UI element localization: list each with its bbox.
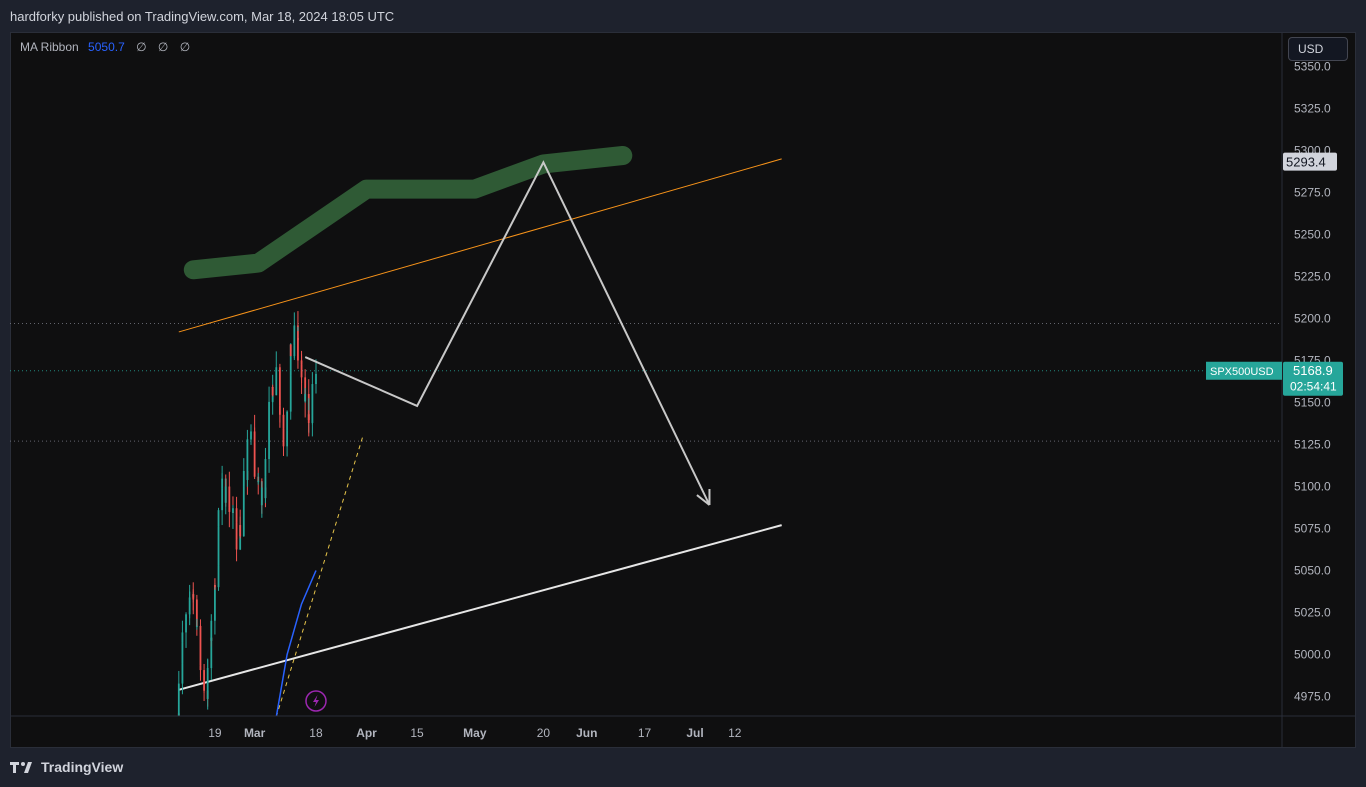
- projection-path: [304, 160, 711, 506]
- y-tick-label: 5075.0: [1294, 522, 1331, 536]
- last-price-value: 5168.9: [1293, 363, 1333, 378]
- footer-bar: [0, 752, 1366, 787]
- candle-body: [268, 401, 270, 445]
- x-tick-label: Mar: [244, 726, 266, 740]
- candle-body: [181, 632, 184, 643]
- candle-body: [199, 630, 202, 666]
- candle-body: [185, 614, 187, 623]
- publish-info: hardforky published on TradingView.com, …: [10, 9, 395, 24]
- ma-ribbon-line: [275, 570, 317, 716]
- indicator-na-3: ∅: [179, 40, 191, 54]
- y-tick-label: 5100.0: [1294, 480, 1331, 494]
- price-chart[interactable]: 4975.0 5000.0 5025.0 5050.0 5075.0 5100.0 5125…: [10, 32, 1356, 748]
- indicator-na-1: ∅: [136, 40, 147, 54]
- x-tick-label: Apr: [356, 726, 377, 740]
- y-tick-label: 5025.0: [1294, 606, 1331, 620]
- plot-area: [10, 146, 1282, 716]
- candle-body: [275, 367, 278, 387]
- lightning-icon: [312, 695, 319, 707]
- x-tick-label: 15: [410, 726, 424, 740]
- candle-body: [177, 683, 180, 705]
- candle-body: [181, 642, 184, 664]
- candle-body: [293, 325, 296, 346]
- candle-body: [228, 509, 231, 512]
- y-tick-label: 5000.0: [1294, 648, 1331, 662]
- candle-body: [214, 585, 216, 588]
- bar-countdown: 02:54:41: [1290, 380, 1337, 394]
- x-tick-label: 20: [537, 726, 551, 740]
- y-tick-label: 5050.0: [1294, 564, 1331, 578]
- x-tick-label: 19: [208, 726, 222, 740]
- y-tick-label: 5325.0: [1294, 102, 1331, 116]
- tradingview-logo[interactable]: TradingView: [10, 759, 123, 775]
- candle-body: [228, 507, 231, 510]
- marked-level-value: 5293.4: [1286, 155, 1326, 170]
- candle-body: [217, 510, 220, 527]
- candle-body: [297, 337, 299, 361]
- candle-body: [282, 439, 285, 447]
- y-tick-label: 5125.0: [1294, 438, 1331, 452]
- candle-body: [246, 439, 249, 464]
- candle-body: [300, 370, 303, 378]
- support-trendline: [178, 524, 782, 691]
- x-tick-label: 12: [728, 726, 742, 740]
- symbol-name: SPX500USD: [1210, 366, 1274, 378]
- candle-body: [260, 487, 263, 506]
- candle-body: [264, 459, 267, 477]
- candle-body: [257, 481, 260, 483]
- indicator-legend[interactable]: MA Ribbon 5050.7 ∅ ∅ ∅: [20, 40, 190, 54]
- candle-body: [203, 685, 205, 691]
- candle-body: [239, 525, 242, 537]
- candle-body: [199, 665, 202, 671]
- indicator-name: MA Ribbon: [20, 40, 79, 54]
- candle-body: [195, 625, 198, 627]
- y-tick-label: 5200.0: [1294, 312, 1331, 326]
- indicator-value: 5050.7: [88, 40, 125, 54]
- x-tick-label: Jul: [686, 726, 703, 740]
- footer-brand: TradingView: [41, 759, 124, 775]
- indicator-na-2: ∅: [157, 40, 169, 54]
- candle-body: [278, 405, 281, 415]
- dashed-trendline: [275, 435, 364, 716]
- candle-body: [210, 620, 213, 641]
- y-tick-label: 5350.0: [1294, 60, 1331, 74]
- candle-body: [307, 414, 310, 423]
- tradingview-logo-icon: [10, 762, 32, 773]
- x-tick-label: 17: [638, 726, 652, 740]
- candle-body: [286, 411, 289, 431]
- candle-body: [242, 470, 245, 487]
- x-tick-label: 18: [309, 726, 323, 740]
- x-tick-label: May: [463, 726, 487, 740]
- y-tick-label: 5225.0: [1294, 270, 1331, 284]
- y-tick-label: 5150.0: [1294, 396, 1331, 410]
- highlight-brush-stroke: [183, 146, 633, 280]
- candle-body: [253, 446, 256, 477]
- candle-body: [192, 594, 195, 600]
- candle-body: [214, 585, 216, 621]
- y-tick-label: 4975.0: [1294, 690, 1331, 704]
- candle-body: [235, 539, 238, 550]
- candle-body: [250, 431, 252, 439]
- y-tick-label: 5250.0: [1294, 228, 1331, 242]
- x-tick-label: Jun: [576, 726, 597, 740]
- candle-body: [289, 344, 292, 357]
- candle-body: [304, 393, 307, 402]
- candle-body: [271, 386, 274, 396]
- candle-body: [221, 478, 224, 489]
- currency-button[interactable]: USD: [1288, 37, 1348, 61]
- publish-header: hardforky published on TradingView.com, …: [0, 0, 1366, 32]
- candle-body: [224, 486, 227, 503]
- candle-body: [311, 384, 314, 416]
- candle-body: [232, 508, 234, 513]
- candle-body: [188, 597, 191, 601]
- y-tick-label: 5275.0: [1294, 186, 1331, 200]
- candle-body: [315, 373, 317, 385]
- candle-body: [206, 668, 209, 670]
